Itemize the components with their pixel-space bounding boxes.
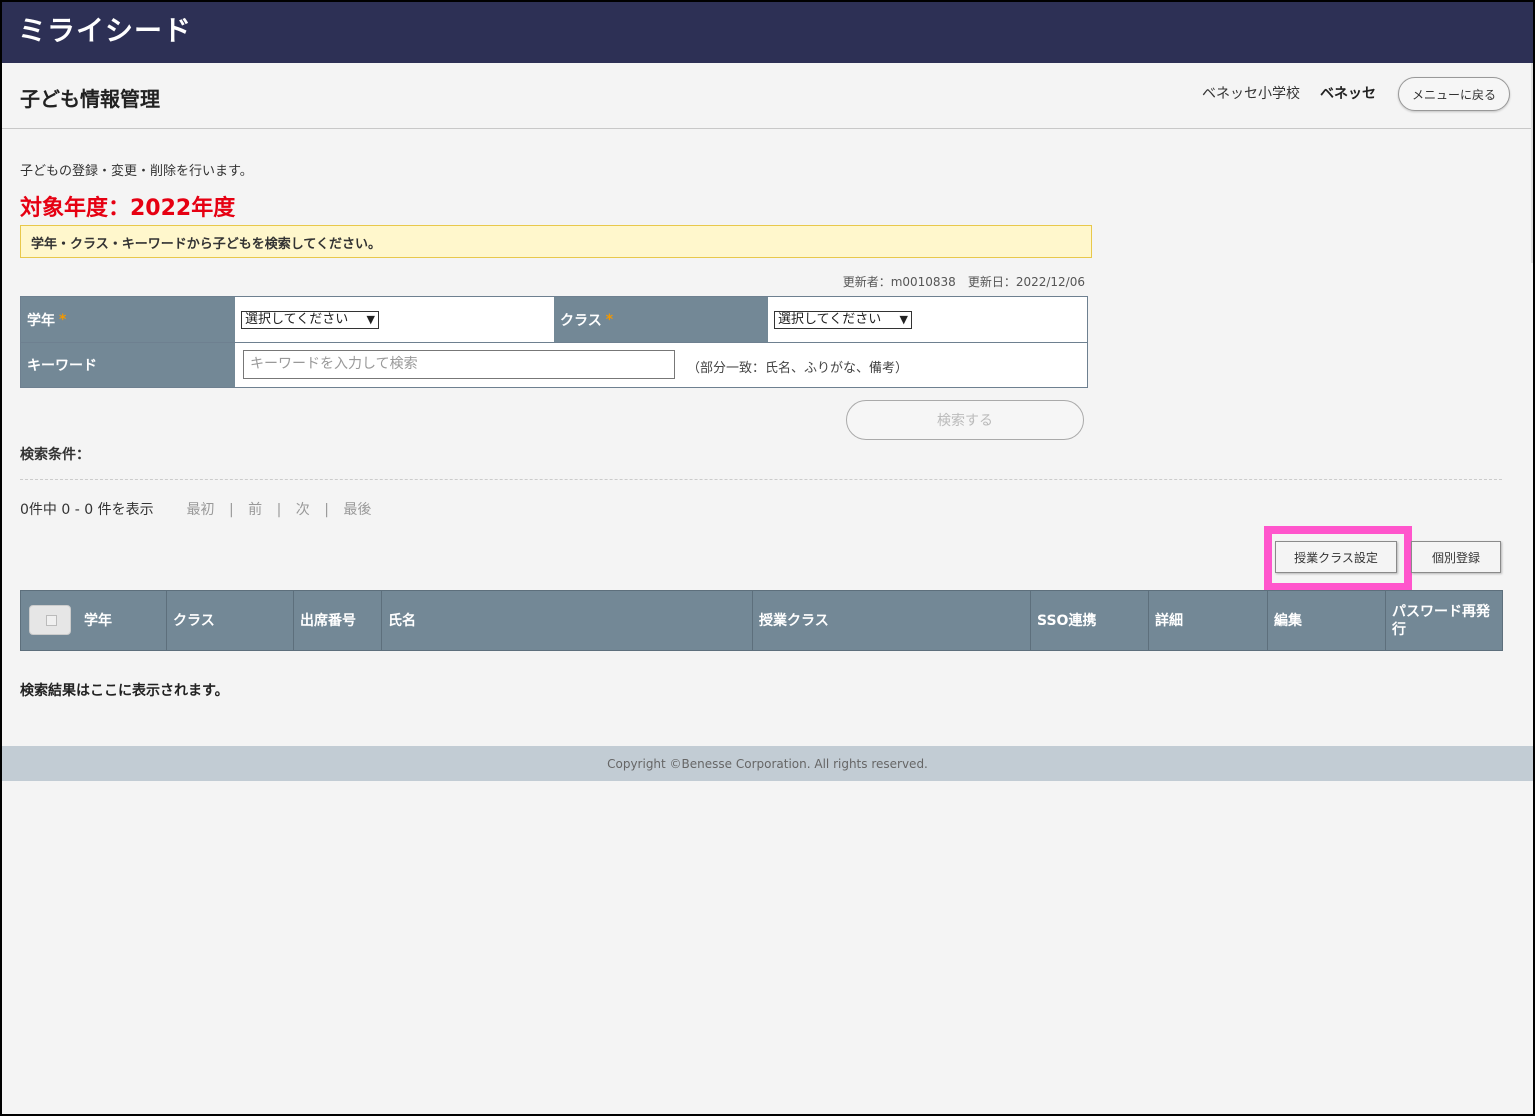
search-conditions-label: 検索条件：	[20, 447, 90, 463]
footer: Copyright ©Benesse Corporation. All righ…	[2, 746, 1533, 781]
results-table-header: 学年 クラス 出席番号 氏名 授業クラス SSO連携 詳細 編集 パスワード再発…	[20, 590, 1503, 651]
col-password-reissue: パスワード再発行	[1385, 591, 1502, 650]
page-next-link[interactable]: 次	[296, 502, 310, 518]
class-select-cell: 選択してください ▼	[768, 297, 1087, 343]
search-button[interactable]: 検索する	[846, 400, 1084, 440]
grade-label: 学年	[27, 312, 55, 329]
school-name: ベネッセ小学校	[1202, 86, 1300, 102]
user-name: ベネッセ	[1320, 86, 1376, 102]
col-class[interactable]: クラス	[166, 591, 293, 650]
keyword-hint: （部分一致：氏名、ふりがな、備考）	[687, 361, 909, 376]
required-mark: *	[59, 311, 67, 328]
grade-select-cell: 選択してください ▼	[235, 297, 554, 343]
col-attendance-number[interactable]: 出席番号	[293, 591, 381, 650]
page-separator: |	[276, 502, 282, 518]
chevron-down-icon: ▼	[366, 313, 375, 326]
col-lesson-class[interactable]: 授業クラス	[752, 591, 1030, 650]
keyword-label-cell: キーワード	[21, 343, 235, 387]
updated-info: 更新者：m0010838 更新日：2022/12/06	[842, 275, 1085, 289]
page-separator: |	[228, 502, 234, 518]
col-name[interactable]: 氏名	[381, 591, 752, 650]
class-label-cell: クラス *	[554, 297, 768, 343]
divider	[20, 479, 1502, 480]
page-description: 子どもの登録・変更・削除を行います。	[20, 164, 253, 179]
search-notice: 学年・クラス・キーワードから子どもを検索してください。	[20, 225, 1092, 258]
back-to-menu-button[interactable]: メニューに戻る	[1398, 77, 1510, 111]
page-separator: |	[324, 502, 329, 518]
page-header: 子ども情報管理 ベネッセ小学校 ベネッセ メニューに戻る	[2, 63, 1533, 129]
app-window: ミライシード 子ども情報管理 ベネッセ小学校 ベネッセ メニューに戻る 子どもの…	[0, 0, 1535, 1116]
pagination: 0件中 0 - 0 件を表示 最初 | 前 | 次 | 最後	[20, 499, 377, 519]
keyword-label: キーワード	[27, 358, 97, 374]
class-label: クラス	[560, 312, 602, 329]
result-count: 0件中 0 - 0 件を表示	[20, 502, 154, 518]
col-sso: SSO連携	[1030, 591, 1148, 650]
top-bar: ミライシード	[2, 2, 1533, 63]
brand-logo: ミライシード	[18, 14, 193, 47]
individual-register-button[interactable]: 個別登録	[1411, 541, 1501, 573]
col-grade[interactable]: 学年	[78, 591, 166, 650]
page-title: 子ども情報管理	[20, 87, 160, 111]
copyright: Copyright ©Benesse Corporation. All righ…	[607, 756, 928, 771]
class-select-value: 選択してください	[778, 312, 882, 327]
scrollbar[interactable]	[1531, 63, 1533, 263]
grade-select[interactable]: 選択してください ▼	[241, 311, 379, 329]
col-detail: 詳細	[1148, 591, 1267, 650]
grade-label-cell: 学年 *	[21, 297, 235, 343]
select-all-cell	[21, 591, 78, 650]
target-year: 対象年度：2022年度	[20, 196, 236, 221]
search-form: 学年 * 選択してください ▼ クラス * 選択してください ▼ キーワード キーワード…	[20, 296, 1088, 388]
class-setting-button[interactable]: 授業クラス設定	[1275, 541, 1397, 573]
page-first-link[interactable]: 最初	[186, 502, 214, 518]
page-prev-link[interactable]: 前	[248, 502, 262, 518]
class-select[interactable]: 選択してください ▼	[774, 311, 912, 329]
chevron-down-icon: ▼	[899, 313, 908, 326]
required-mark: *	[605, 311, 614, 328]
keyword-input[interactable]: キーワードを入力して検索	[243, 350, 675, 379]
empty-results-message: 検索結果はここに表示されます。	[20, 683, 229, 699]
select-all-checkbox[interactable]	[29, 605, 71, 635]
grade-select-value: 選択してください	[245, 312, 349, 327]
page-last-link[interactable]: 最後	[343, 502, 371, 518]
col-edit: 編集	[1267, 591, 1385, 650]
